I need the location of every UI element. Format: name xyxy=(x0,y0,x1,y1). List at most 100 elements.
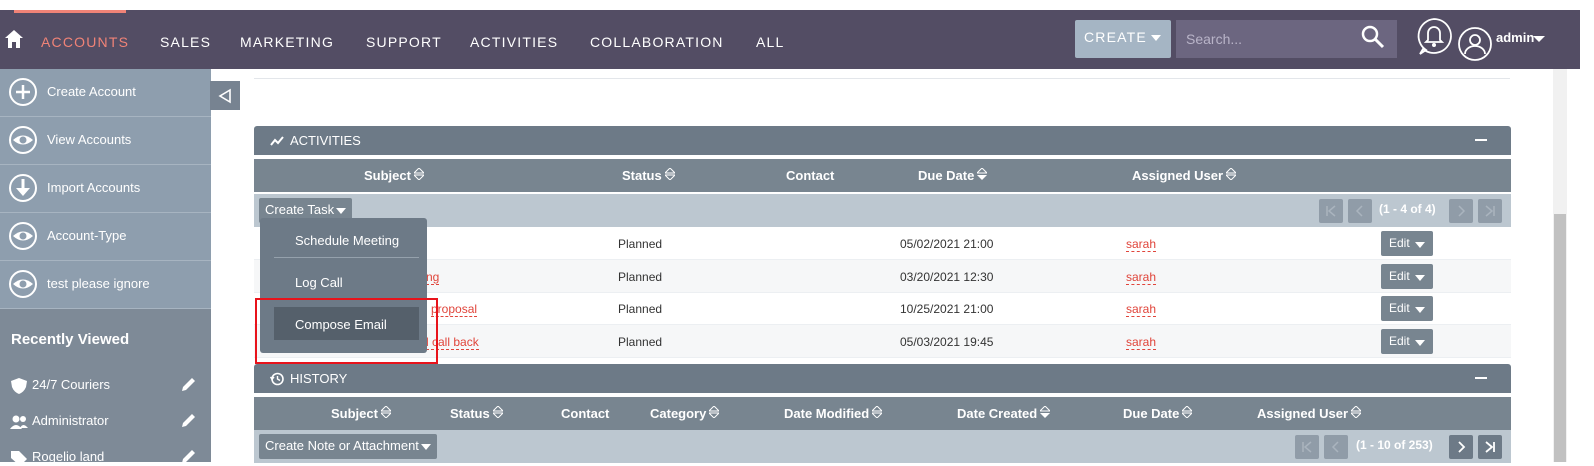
first-page-button[interactable] xyxy=(1295,435,1319,459)
edit-label: Edit xyxy=(1389,236,1410,250)
nav-marketing[interactable]: MARKETING xyxy=(240,34,334,50)
column-assigned-user[interactable]: Assigned User xyxy=(1257,406,1362,421)
column-status[interactable]: Status xyxy=(622,168,675,183)
sort-icon xyxy=(872,406,883,418)
last-page-icon xyxy=(1485,441,1495,453)
create-note-label: Create Note or Attachment xyxy=(265,438,419,453)
row-due-date: 05/03/2021 19:45 xyxy=(900,335,994,349)
column-label: Due Date xyxy=(1123,406,1180,421)
sidebar-item-test-please-ignore[interactable]: test please ignore xyxy=(0,261,211,309)
sidebar-item-view-accounts[interactable]: View Accounts xyxy=(0,117,211,165)
sort-icon xyxy=(1226,168,1237,180)
menu-item-log-call[interactable]: Log Call xyxy=(295,275,343,290)
table-row: Planned 05/02/2021 21:00 sarah Edit xyxy=(254,227,1511,260)
column-label: Subject xyxy=(331,406,378,421)
sidebar-item-label: View Accounts xyxy=(47,132,132,147)
chevron-down-icon[interactable] xyxy=(1533,36,1545,42)
recent-item[interactable]: Administrator xyxy=(10,413,109,430)
notification-bell-icon[interactable] xyxy=(1414,16,1454,56)
create-note-button[interactable]: Create Note or Attachment xyxy=(259,434,437,459)
activities-title: ACTIVITIES xyxy=(290,133,361,148)
edit-button[interactable]: Edit xyxy=(1381,231,1433,256)
nav-support[interactable]: SUPPORT xyxy=(366,34,442,50)
recent-item[interactable]: Rogelio land xyxy=(10,449,104,466)
chevron-down-icon xyxy=(1415,242,1425,248)
column-date-created[interactable]: Date Created xyxy=(957,406,1051,421)
column-assigned-user[interactable]: Assigned User xyxy=(1132,168,1237,183)
menu-item-schedule-meeting[interactable]: Schedule Meeting xyxy=(295,233,399,248)
column-status[interactable]: Status xyxy=(450,406,503,421)
sort-icon xyxy=(492,406,503,418)
create-button[interactable]: CREATE xyxy=(1075,20,1171,58)
nav-activities[interactable]: ACTIVITIES xyxy=(470,34,558,50)
nav-sales[interactable]: SALES xyxy=(160,34,211,50)
edit-button[interactable]: Edit xyxy=(1381,329,1433,354)
sort-icon xyxy=(664,168,675,180)
menu-divider xyxy=(274,257,419,258)
edit-button[interactable]: Edit xyxy=(1381,264,1433,289)
row-assigned-user-link[interactable]: sarah xyxy=(1126,237,1157,252)
row-due-date: 05/02/2021 21:00 xyxy=(900,237,994,251)
chevron-down-icon xyxy=(420,443,431,450)
column-category[interactable]: Category xyxy=(650,406,720,421)
history-toolbar: Create Note or Attachment (1 - 10 of 253… xyxy=(254,430,1511,463)
users-icon xyxy=(10,415,28,429)
sidebar-collapse-button[interactable] xyxy=(210,81,240,110)
sort-icon xyxy=(709,406,720,418)
annotation-highlight-box xyxy=(255,298,438,364)
sidebar-item-import-accounts[interactable]: Import Accounts xyxy=(0,165,211,213)
history-panel-header[interactable]: HISTORY xyxy=(254,364,1511,393)
next-page-button[interactable] xyxy=(1449,199,1473,223)
sort-desc-icon xyxy=(1040,406,1051,418)
collapse-minus-icon[interactable] xyxy=(1475,139,1487,141)
prev-page-button[interactable] xyxy=(1324,435,1348,459)
chevron-down-icon xyxy=(1415,340,1425,346)
recent-item[interactable]: 24/7 Couriers xyxy=(10,377,110,394)
last-page-button[interactable] xyxy=(1478,199,1502,223)
pencil-edit-icon[interactable] xyxy=(180,377,196,393)
prev-page-button[interactable] xyxy=(1348,199,1372,223)
home-icon[interactable] xyxy=(4,28,24,50)
last-page-button[interactable] xyxy=(1478,435,1502,459)
row-status: Planned xyxy=(618,302,663,316)
chevron-down-icon xyxy=(1415,307,1425,313)
first-page-button[interactable] xyxy=(1319,199,1343,223)
row-assigned-user-link[interactable]: sarah xyxy=(1126,302,1157,317)
column-subject[interactable]: Subject xyxy=(331,406,391,421)
sidebar-item-label: Import Accounts xyxy=(47,180,141,195)
column-due-date[interactable]: Due Date xyxy=(1123,406,1193,421)
row-subject-link[interactable]: ng xyxy=(426,270,440,285)
nav-all[interactable]: ALL xyxy=(756,34,785,50)
recently-viewed-title: Recently Viewed xyxy=(11,331,130,348)
column-due-date[interactable]: Due Date xyxy=(918,168,988,183)
user-avatar-icon[interactable] xyxy=(1457,26,1493,62)
row-assigned-user-link[interactable]: sarah xyxy=(1126,270,1157,285)
user-menu-label[interactable]: admin xyxy=(1496,30,1534,45)
download-arrow-icon xyxy=(9,174,37,202)
row-assigned-user-link[interactable]: sarah xyxy=(1126,335,1157,350)
column-date-modified[interactable]: Date Modified xyxy=(784,406,883,421)
column-label: Subject xyxy=(364,168,411,183)
column-subject[interactable]: Subject xyxy=(364,168,424,183)
next-page-button[interactable] xyxy=(1449,435,1473,459)
recent-item-label: 24/7 Couriers xyxy=(32,377,111,392)
activities-panel-header[interactable]: ACTIVITIES xyxy=(254,126,1511,155)
chevron-down-icon xyxy=(1151,35,1161,41)
triangle-left-icon xyxy=(218,88,231,104)
search-icon[interactable] xyxy=(1360,24,1386,50)
collapse-minus-icon[interactable] xyxy=(1475,377,1487,379)
activity-chart-icon xyxy=(270,136,284,146)
sidebar-item-create-account[interactable]: Create Account xyxy=(0,69,211,117)
eye-icon xyxy=(9,126,37,154)
nav-accounts[interactable]: ACCOUNTS xyxy=(41,34,129,50)
scrollbar-thumb[interactable] xyxy=(1554,214,1566,462)
column-label: Date Created xyxy=(957,406,1038,421)
column-label: Assigned User xyxy=(1257,406,1349,421)
sidebar-item-account-type[interactable]: Account-Type xyxy=(0,213,211,261)
edit-button[interactable]: Edit xyxy=(1381,296,1433,321)
pencil-edit-icon[interactable] xyxy=(180,413,196,429)
column-label: Date Modified xyxy=(784,406,870,421)
column-label: Assigned User xyxy=(1132,168,1224,183)
nav-collaboration[interactable]: COLLABORATION xyxy=(590,34,724,50)
pencil-edit-icon[interactable] xyxy=(180,449,196,465)
